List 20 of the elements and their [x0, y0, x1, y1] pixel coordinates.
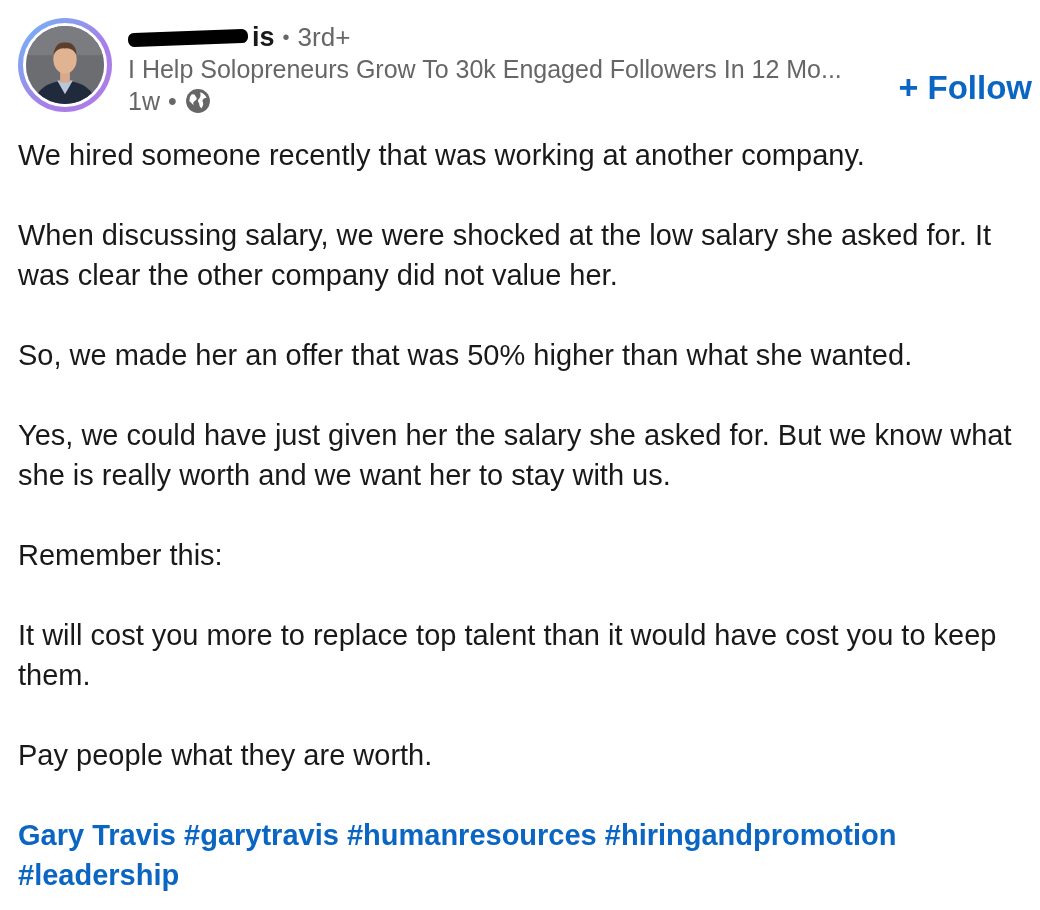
post-paragraph: So, we made her an offer that was 50% higher than what she wanted. — [18, 338, 914, 373]
follow-button[interactable]: + Follow — [898, 68, 1032, 107]
post-paragraph: Remember this: — [18, 538, 224, 573]
globe-icon — [184, 88, 211, 114]
author-headline: I Help Solopreneurs Grow To 30k Engaged Followers In 12 Mo... — [128, 54, 843, 85]
connection-degree: 3rd+ — [297, 21, 351, 53]
post-paragraph: We hired someone recently that was working at another company. — [18, 138, 866, 173]
post-paragraph: It will cost you more to replace top talent than it would have cost you to keep them. — [18, 618, 998, 693]
tag-link[interactable]: #leadership — [18, 859, 180, 891]
tag-link[interactable]: #hiringandpromotion — [604, 819, 897, 851]
post-paragraph: Pay people what they are worth. — [18, 738, 434, 773]
author-name[interactable]: is — [252, 21, 275, 53]
post-time: 1w — [128, 86, 160, 117]
tag-link[interactable]: #humanresources — [346, 819, 597, 851]
tag-link[interactable]: Gary Travis — [18, 819, 176, 851]
post-paragraph: Yes, we could have just given her the salary she asked for. But we know what she is really worth and we want her to stay with us. — [18, 418, 1013, 493]
separator-dot: • — [282, 25, 290, 50]
post-paragraph: When discussing salary, we were shocked at the low salary she asked for. It was clear the other company did not value her. — [18, 218, 993, 293]
separator-dot: • — [167, 86, 177, 117]
tag-link[interactable]: #garytravis — [184, 819, 339, 851]
